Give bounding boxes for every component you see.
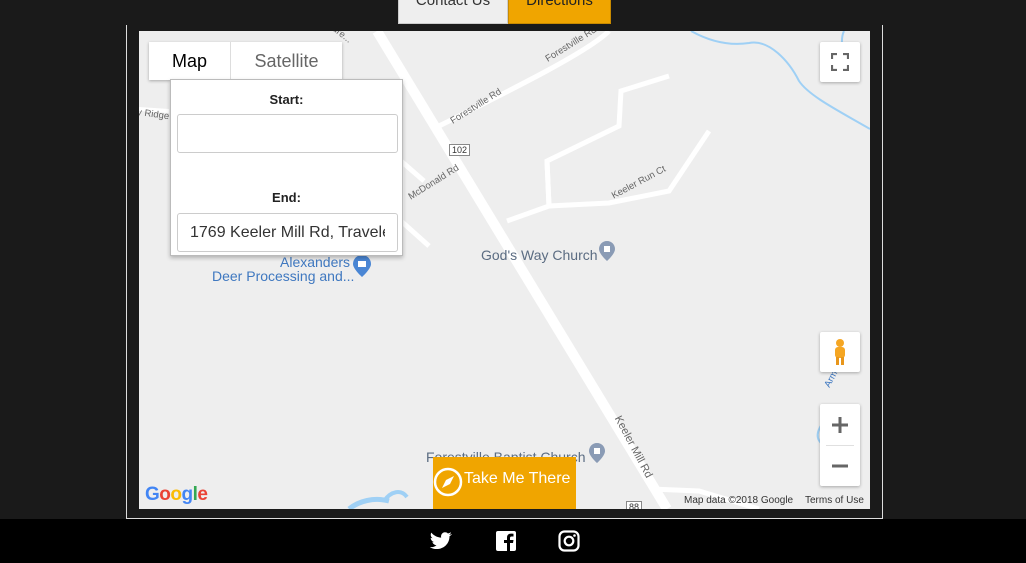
map-data-attribution: Map data ©2018 Google bbox=[684, 495, 794, 506]
instagram-icon[interactable] bbox=[557, 529, 581, 553]
zoom-in-icon bbox=[832, 416, 848, 433]
google-logo: Google bbox=[145, 484, 208, 505]
church-pin-icon bbox=[589, 443, 605, 463]
start-label: Start: bbox=[269, 92, 304, 107]
poi-alexanders[interactable]: Alexanders Deer Processing and... bbox=[212, 254, 371, 284]
poi-label-line1: Alexanders bbox=[280, 254, 351, 270]
footer bbox=[0, 519, 1026, 563]
map-type-satellite-button[interactable]: Satellite bbox=[231, 42, 342, 80]
map-type-control: Map Satellite bbox=[149, 42, 342, 80]
fullscreen-icon bbox=[831, 53, 849, 71]
poi-gods-way-church[interactable]: God's Way Church bbox=[481, 241, 615, 263]
route-88-shield: 88 bbox=[626, 501, 643, 509]
zoom-in-button[interactable] bbox=[820, 404, 860, 445]
pegman-icon bbox=[835, 339, 845, 365]
poi-label: God's Way Church bbox=[481, 247, 598, 263]
google-map[interactable]: ure... Forestville Rd Forestville Rd McD… bbox=[139, 31, 870, 509]
zoom-out-icon bbox=[832, 464, 848, 467]
map-type-map-button[interactable]: Map bbox=[149, 42, 231, 80]
contact-us-tab[interactable]: Contact Us bbox=[398, 0, 508, 24]
directions-tab[interactable]: Directions bbox=[508, 0, 611, 24]
shopping-pin-icon bbox=[353, 255, 371, 277]
zoom-divider bbox=[826, 445, 854, 446]
directions-panel: Start: End: bbox=[170, 79, 403, 256]
twitter-icon[interactable] bbox=[429, 529, 453, 553]
end-input[interactable] bbox=[177, 213, 398, 252]
zoom-out-button[interactable] bbox=[820, 445, 860, 486]
end-label: End: bbox=[272, 190, 301, 205]
compass-icon bbox=[433, 467, 463, 497]
street-view-button[interactable] bbox=[820, 332, 860, 372]
terms-of-use-link[interactable]: Terms of Use bbox=[805, 495, 864, 506]
zoom-control bbox=[820, 404, 860, 486]
take-me-there-button[interactable]: Take Me There bbox=[433, 457, 576, 509]
page-nav-tabs: Contact Us Directions bbox=[398, 0, 611, 25]
church-pin-icon bbox=[599, 241, 615, 261]
take-me-there-label: Take Me There bbox=[464, 470, 571, 487]
fullscreen-button[interactable] bbox=[820, 42, 860, 82]
poi-label-line2: Deer Processing and... bbox=[212, 268, 355, 284]
route-102-shield: 102 bbox=[449, 144, 471, 156]
facebook-icon[interactable] bbox=[494, 529, 518, 553]
start-input[interactable] bbox=[177, 114, 398, 153]
